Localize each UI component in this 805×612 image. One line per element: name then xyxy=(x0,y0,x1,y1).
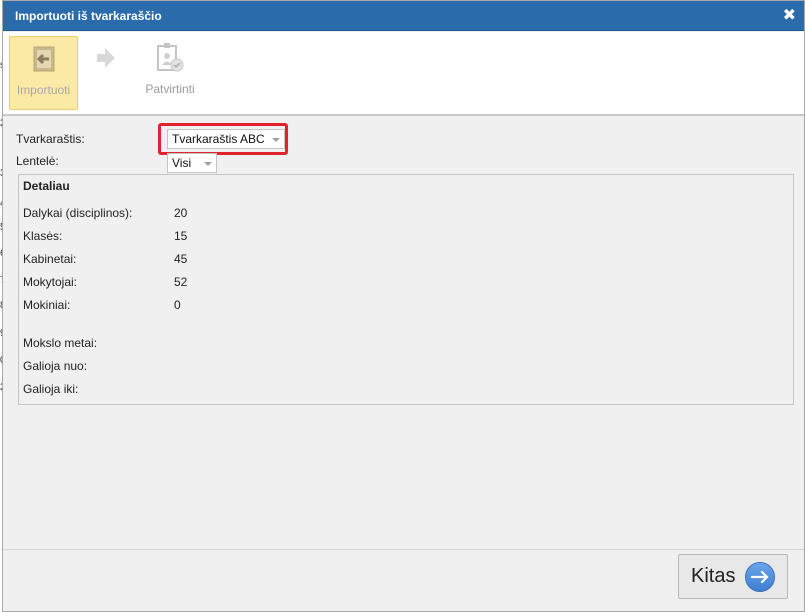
confirm-step-label: Patvirtinti xyxy=(145,82,195,96)
step-arrow-icon xyxy=(97,48,115,68)
import-icon xyxy=(33,46,55,72)
close-icon[interactable]: ✖ xyxy=(783,1,796,31)
detail-label: Mokslo metai: xyxy=(23,336,98,350)
detail-value: 20 xyxy=(174,206,188,220)
table-label: Lentelė: xyxy=(16,154,59,168)
schedule-select-value: Tvarkaraštis ABC xyxy=(172,132,265,146)
schedule-label: Tvarkaraštis: xyxy=(16,132,85,146)
detail-value: 45 xyxy=(174,252,188,266)
wizard-toolbar: Importuoti Patvirtinti xyxy=(3,32,804,116)
detail-label: Mokytojai: xyxy=(23,275,78,289)
confirm-icon xyxy=(157,43,184,72)
chevron-down-icon xyxy=(204,162,212,166)
next-button-label: Kitas xyxy=(691,565,736,587)
detail-label: Galioja nuo: xyxy=(23,359,88,373)
detail-label: Galioja iki: xyxy=(23,382,79,396)
chevron-down-icon xyxy=(272,138,280,142)
table-select-value: Visi xyxy=(172,156,192,170)
import-dialog: Importuoti iš tvarkaraščio ✖ Importuoti xyxy=(2,0,805,612)
detail-label: Kabinetai: xyxy=(23,252,77,266)
table-select[interactable]: Visi xyxy=(167,153,217,173)
import-step-label: Importuoti xyxy=(16,83,71,97)
details-panel: Detaliau Dalykai (disciplinos): 20 Klasė… xyxy=(18,174,794,405)
import-step-button[interactable]: Importuoti xyxy=(9,36,78,110)
dialog-title: Importuoti iš tvarkaraščio xyxy=(15,9,162,23)
footer-divider xyxy=(3,549,804,550)
detail-label: Mokiniai: xyxy=(23,298,71,312)
schedule-select[interactable]: Tvarkaraštis ABC xyxy=(167,129,285,149)
details-title: Detaliau xyxy=(23,179,70,193)
dialog-titlebar: Importuoti iš tvarkaraščio ✖ xyxy=(3,1,804,31)
detail-value: 15 xyxy=(174,229,188,243)
detail-label: Klasės: xyxy=(23,229,63,243)
detail-value: 0 xyxy=(174,298,181,312)
confirm-step-button[interactable]: Patvirtinti xyxy=(135,36,205,110)
arrow-right-icon xyxy=(745,562,775,592)
detail-value: 52 xyxy=(174,275,188,289)
detail-label: Dalykai (disciplinos): xyxy=(23,206,133,220)
next-button[interactable]: Kitas xyxy=(678,554,788,599)
